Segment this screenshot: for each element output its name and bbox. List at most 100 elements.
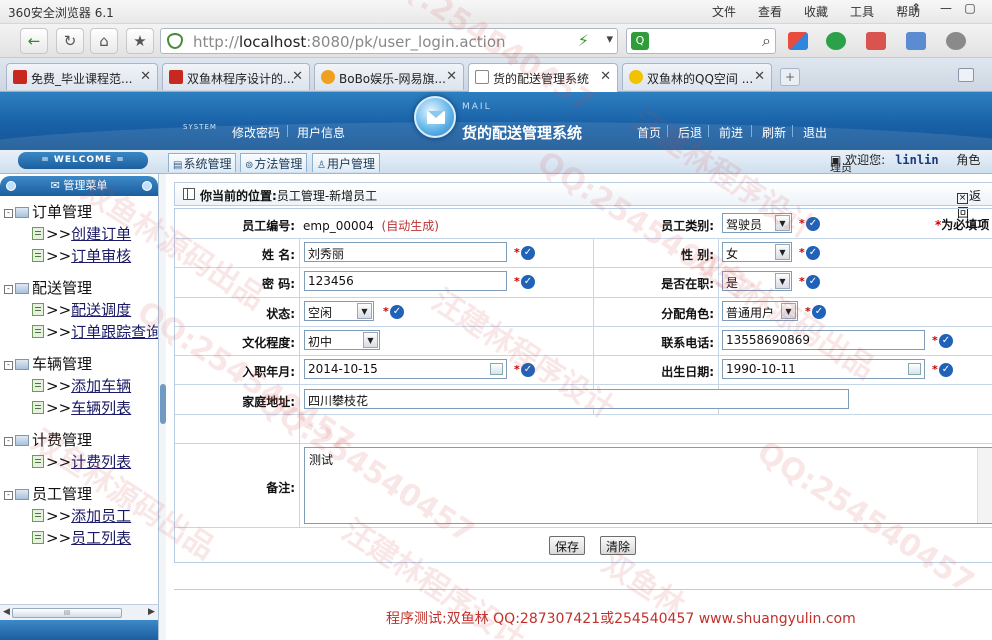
security-icon[interactable] — [826, 32, 846, 50]
item-link[interactable]: 计费列表 — [71, 453, 131, 471]
minus-icon[interactable]: - — [4, 209, 13, 218]
menu-favorites[interactable]: 收藏 — [804, 3, 828, 20]
minus-icon[interactable]: - — [4, 285, 13, 294]
sidebar-item-employee-list[interactable]: >>员工列表 — [32, 527, 131, 548]
maximize-icon[interactable]: ▢ — [958, 1, 982, 21]
hire-date-input[interactable]: 2014-10-15 — [304, 359, 507, 379]
browser-tab-active[interactable]: 货的配送管理系统 ✕ — [468, 63, 618, 92]
home-link[interactable]: 首页 — [637, 124, 661, 141]
address-input[interactable]: 四川攀枝花 — [304, 389, 849, 409]
sidebar-item-create-order[interactable]: >>创建订单 — [32, 223, 131, 244]
item-link[interactable]: 添加车辆 — [71, 377, 131, 395]
scroll-right-icon[interactable]: ▶ — [148, 607, 155, 617]
remark-textarea[interactable]: 测试 — [304, 447, 992, 524]
refresh-icon[interactable]: ↻ — [56, 28, 84, 54]
back-link[interactable]: 后退 — [678, 124, 702, 141]
tab-system-management[interactable]: ▤系统管理 — [168, 153, 237, 172]
chevron-down-icon[interactable]: ▼ — [363, 332, 378, 348]
minimize-icon[interactable]: — — [934, 1, 958, 21]
item-link[interactable]: 订单跟踪查询 — [71, 323, 161, 341]
onjob-select[interactable]: 是 ▼ — [722, 271, 792, 291]
item-link[interactable]: 添加员工 — [71, 507, 131, 525]
minus-icon[interactable]: - — [4, 491, 13, 500]
search-engine-icon[interactable]: Q — [631, 32, 649, 50]
frame-splitter[interactable] — [158, 174, 166, 640]
chevron-down-icon[interactable]: ▼ — [775, 244, 790, 260]
browser-tab[interactable]: 免费_毕业课程范... ✕ — [6, 63, 158, 90]
new-tab-button[interactable]: + — [780, 68, 800, 86]
translate-icon[interactable] — [866, 32, 886, 50]
minus-icon[interactable]: - — [4, 361, 13, 370]
clear-button[interactable]: 清除 — [600, 536, 637, 555]
emp-type-select[interactable]: 驾驶员 ▼ — [722, 213, 792, 233]
sidebar-item-order-tracking[interactable]: >>订单跟踪查询 — [32, 321, 161, 342]
menu-view[interactable]: 查看 — [758, 3, 782, 20]
back-icon[interactable]: ← — [20, 28, 48, 54]
item-link[interactable]: 订单审核 — [71, 247, 131, 265]
chevron-down-icon[interactable]: ▼ — [357, 303, 372, 319]
birth-date-input[interactable]: 1990-10-11 — [722, 359, 925, 379]
password-input[interactable]: 123456 — [304, 271, 507, 291]
sidebar-group-orders[interactable]: - 订单管理 — [4, 201, 92, 222]
browser-tab[interactable]: 双鱼林的QQ空间 ... ✕ — [622, 63, 772, 90]
home-icon[interactable]: ⌂ — [90, 28, 118, 54]
splitter-handle[interactable] — [160, 384, 166, 424]
skin-icon[interactable]: ⇑ — [904, 1, 928, 21]
sidebar-group-vehicles[interactable]: - 车辆管理 — [4, 353, 92, 374]
sidebar-group-employees[interactable]: - 员工管理 — [4, 483, 92, 504]
calendar-icon[interactable] — [490, 363, 503, 375]
chevron-down-icon[interactable]: ▼ — [775, 273, 790, 289]
gender-select[interactable]: 女 ▼ — [722, 242, 792, 262]
sidebar-item-billing-list[interactable]: >>计费列表 — [32, 451, 131, 472]
sidebar-item-add-vehicle[interactable]: >>添加车辆 — [32, 375, 131, 396]
sidebar-item-review-order[interactable]: >>订单审核 — [32, 245, 131, 266]
close-icon[interactable]: ✕ — [446, 69, 457, 84]
education-select[interactable]: 初中 ▼ — [304, 330, 380, 350]
address-url[interactable]: http://localhost:8080/pk/user_login.acti… — [193, 33, 506, 51]
collapse-icon[interactable] — [6, 181, 16, 191]
sidebar-group-billing[interactable]: - 计费管理 — [4, 429, 92, 450]
user-info-link[interactable]: 用户信息 — [297, 124, 345, 141]
browser-tab[interactable]: 双鱼林程序设计的... ✕ — [162, 63, 310, 90]
chevron-down-icon[interactable]: ▼ — [781, 303, 796, 319]
address-bar[interactable]: http://localhost:8080/pk/user_login.acti… — [160, 28, 618, 54]
item-link[interactable]: 配送调度 — [71, 301, 131, 319]
scroll-left-icon[interactable]: ◀ — [3, 607, 10, 617]
item-link[interactable]: 车辆列表 — [71, 399, 131, 417]
calendar-icon[interactable] — [908, 363, 921, 375]
chevron-down-icon[interactable]: ▾ — [606, 32, 613, 47]
tab-method-management[interactable]: ⊚方法管理 — [240, 153, 308, 172]
favorite-star-icon[interactable]: ★ — [126, 28, 154, 54]
browser-tab[interactable]: BoBo娱乐-网易旗... ✕ — [314, 63, 464, 90]
tab-list-icon[interactable] — [958, 68, 974, 82]
screenshot-icon[interactable] — [906, 32, 926, 50]
sidebar-item-add-employee[interactable]: >>添加员工 — [32, 505, 131, 526]
scroll-thumb[interactable]: III — [12, 608, 122, 618]
minus-icon[interactable]: - — [4, 437, 13, 446]
item-link[interactable]: 员工列表 — [71, 529, 131, 547]
forward-link[interactable]: 前进 — [719, 124, 743, 141]
menu-file[interactable]: 文件 — [712, 3, 736, 20]
phone-input[interactable]: 13558690869 — [722, 330, 925, 350]
sidebar-item-vehicle-list[interactable]: >>车辆列表 — [32, 397, 131, 418]
close-icon[interactable]: ✕ — [600, 69, 611, 84]
logout-link[interactable]: 退出 — [803, 124, 827, 141]
sidebar-item-dispatch[interactable]: >>配送调度 — [32, 299, 131, 320]
role-select[interactable]: 普通用户 ▼ — [722, 301, 798, 321]
name-input[interactable]: 刘秀丽 — [304, 242, 507, 262]
change-password-link[interactable]: 修改密码 — [232, 124, 280, 141]
sidebar-horizontal-scrollbar[interactable]: ◀ III ▶ — [0, 604, 158, 620]
menu-tools[interactable]: 工具 — [850, 3, 874, 20]
close-icon[interactable]: ✕ — [754, 69, 765, 84]
tab-user-management[interactable]: ♙用户管理 — [312, 153, 380, 172]
textarea-scrollbar[interactable] — [977, 448, 992, 523]
game-icon[interactable] — [946, 32, 966, 50]
status-select[interactable]: 空闲 ▼ — [304, 301, 374, 321]
lightning-icon[interactable]: ⚡ — [578, 31, 589, 50]
close-icon[interactable]: ✕ — [140, 69, 151, 84]
item-link[interactable]: 创建订单 — [71, 225, 131, 243]
sidebar-group-delivery[interactable]: - 配送管理 — [4, 277, 92, 298]
chevron-down-icon[interactable]: ▼ — [775, 215, 790, 231]
save-button[interactable]: 保存 — [549, 536, 586, 555]
close-icon[interactable]: ✕ — [292, 69, 303, 84]
